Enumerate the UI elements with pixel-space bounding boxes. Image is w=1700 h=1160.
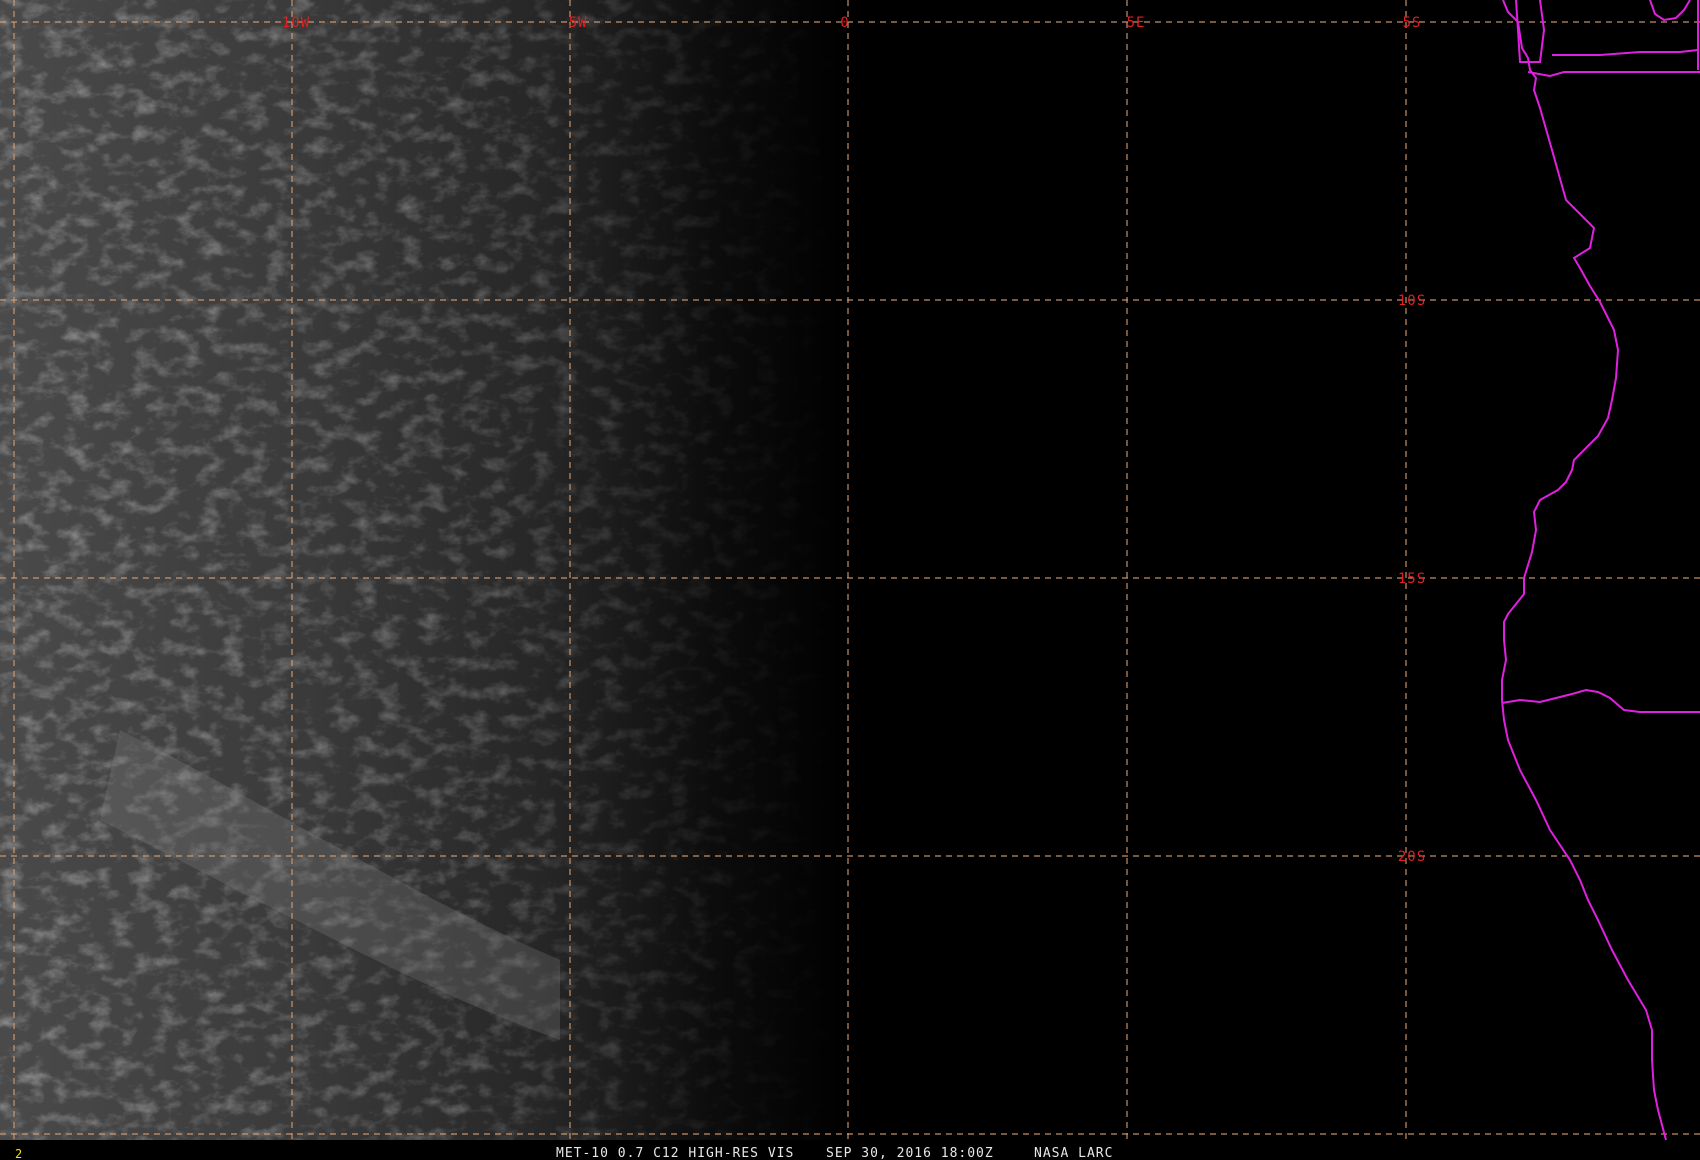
latitude-label: 5S (1403, 15, 1422, 31)
longitude-label: 0 (840, 15, 849, 31)
longitude-label: 10W (282, 15, 310, 31)
longitude-label: 5W (569, 15, 588, 31)
satellite-map: 10W 5W 0 5E 5S 10S 15S 20S 2 MET-10 0.7 C12 HIG… (0, 0, 1700, 1160)
cloud-field (0, 0, 1700, 1140)
satellite-image-viewer: 10W 5W 0 5E 5S 10S 15S 20S 2 MET-10 0.7 C12 HIG… (0, 0, 1700, 1160)
latitude-label: 15S (1398, 571, 1426, 587)
longitude-label: 5E (1127, 15, 1146, 31)
caption-bar: 2 MET-10 0.7 C12 HIGH-RES VIS SEP 30, 20… (15, 1146, 1113, 1160)
caption-datetime: SEP 30, 2016 18:00Z (826, 1146, 994, 1160)
frame-number: 2 (15, 1147, 22, 1160)
latitude-label: 10S (1398, 293, 1426, 309)
latitude-label: 20S (1398, 849, 1426, 865)
caption-source: NASA LARC (1034, 1146, 1113, 1160)
caption-satellite: MET-10 0.7 C12 HIGH-RES VIS (556, 1146, 794, 1160)
